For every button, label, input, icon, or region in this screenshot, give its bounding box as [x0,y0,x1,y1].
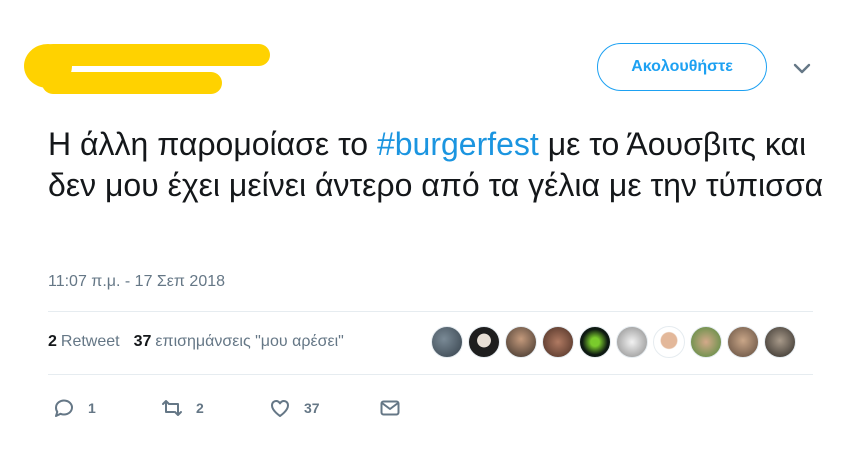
avatar[interactable] [690,326,722,358]
retweet-stat-count: 2 [48,333,57,350]
avatar[interactable] [468,326,500,358]
divider-top [48,311,813,312]
avatar[interactable] [764,326,796,358]
tweet-text: Η άλλη παρομοίασε το #burgerfest με το Ά… [48,124,828,206]
reply-button[interactable]: 1 [52,396,160,420]
reply-icon [55,399,73,417]
avatar[interactable] [616,326,648,358]
retweet-button[interactable]: 2 [160,396,268,420]
retweet-stat[interactable]: 2 Retweet [48,333,120,351]
avatar[interactable] [431,326,463,358]
retweet-stat-label: Retweet [60,333,120,350]
tweet-text-start: Η άλλη παρομοίασε το [48,126,377,162]
avatar[interactable] [727,326,759,358]
retweet-icon [162,400,182,416]
message-icon [380,400,400,416]
likes-stat-label: επισημάνσεις "μου αρέσει" [155,333,344,350]
redacted-user-info [24,44,270,94]
chevron-down-icon[interactable] [792,62,812,76]
avatar[interactable] [505,326,537,358]
tweet-actions: 1 2 37 [52,396,402,420]
reply-count: 1 [88,400,96,416]
hashtag-link[interactable]: #burgerfest [377,126,539,162]
direct-message-button[interactable] [378,396,402,420]
follow-button[interactable]: Ακολουθήστε [597,43,767,91]
tweet-stats: 2 Retweet 37 επισημάνσεις "μου αρέσει" [48,333,344,351]
likes-stat[interactable]: 37 επισημάνσεις "μου αρέσει" [134,333,344,351]
tweet-timestamp[interactable]: 11:07 π.μ. - 17 Σεπ 2018 [48,273,225,291]
like-button[interactable]: 37 [268,396,378,420]
avatar[interactable] [579,326,611,358]
retweet-count: 2 [196,400,204,416]
avatar[interactable] [542,326,574,358]
heart-icon [271,400,289,417]
liker-avatars [431,326,796,358]
avatar[interactable] [653,326,685,358]
divider-bottom [48,374,813,375]
like-count: 37 [304,400,320,416]
likes-stat-count: 37 [133,333,152,350]
